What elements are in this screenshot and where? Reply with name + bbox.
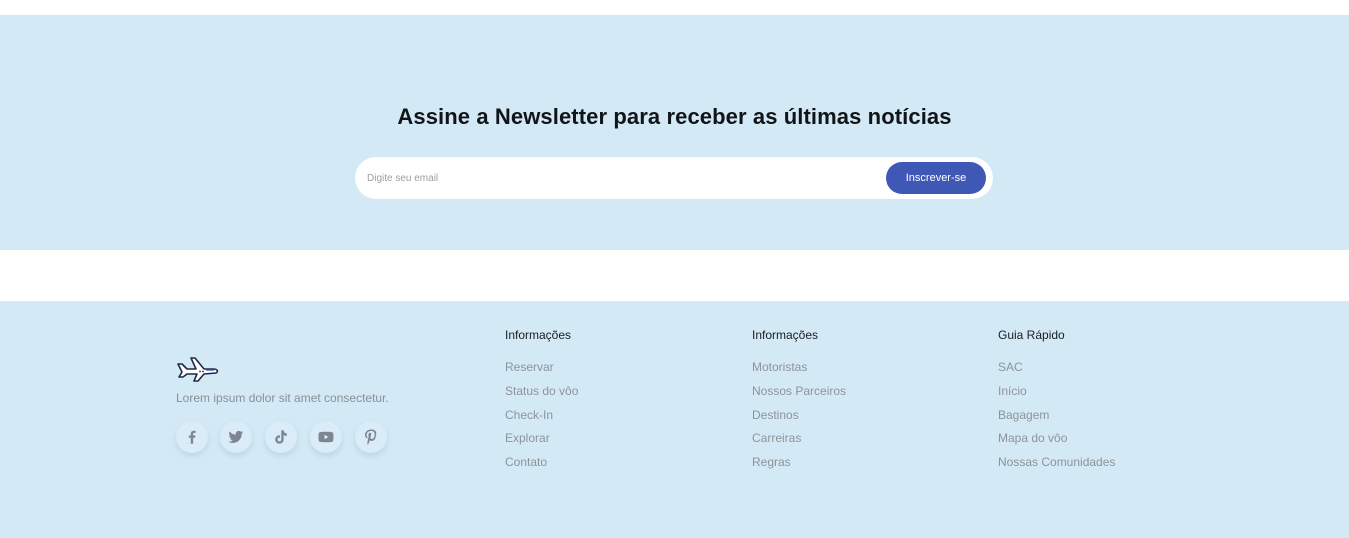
email-input[interactable] [367, 165, 867, 191]
footer-link-parceiros[interactable]: Nossos Parceiros [752, 383, 846, 407]
brand-description: Lorem ipsum dolor sit amet consectetur. [176, 391, 389, 405]
footer-link-carreiras[interactable]: Carreiras [752, 430, 846, 454]
footer-link-sac[interactable]: SAC [998, 359, 1115, 383]
twitter-icon [228, 430, 244, 443]
footer-link-regras[interactable]: Regras [752, 454, 846, 478]
facebook-icon [188, 430, 196, 444]
column-title: Informações [505, 328, 572, 342]
tiktok-link[interactable] [265, 421, 297, 453]
footer-link-reservar[interactable]: Reservar [505, 359, 578, 383]
airplane-logo-icon [177, 357, 219, 382]
youtube-link[interactable] [310, 421, 342, 453]
link-list: SAC Início Bagagem Mapa do vôo Nossas Co… [998, 359, 1115, 478]
newsletter-title: Assine a Newsletter para receber as últi… [397, 104, 952, 129]
column-title: Informações [752, 328, 819, 342]
footer-column-info: Informações Reservar Status do vôo Check… [505, 327, 578, 478]
subscribe-button[interactable]: Inscrever-se [886, 162, 986, 194]
footer-link-inicio[interactable]: Início [998, 383, 1115, 407]
pinterest-link[interactable] [355, 421, 387, 453]
youtube-icon [318, 431, 334, 443]
footer: Lorem ipsum dolor sit amet consectetur. … [0, 301, 1349, 538]
footer-link-mapa-voo[interactable]: Mapa do vôo [998, 430, 1115, 454]
facebook-link[interactable] [176, 421, 208, 453]
pinterest-icon [365, 429, 377, 445]
footer-link-comunidades[interactable]: Nossas Comunidades [998, 454, 1115, 478]
newsletter-section: Assine a Newsletter para receber as últi… [0, 15, 1349, 250]
footer-link-check-in[interactable]: Check-In [505, 407, 578, 431]
link-list: Reservar Status do vôo Check-In Explorar… [505, 359, 578, 478]
footer-link-contato[interactable]: Contato [505, 454, 578, 478]
twitter-link[interactable] [220, 421, 252, 453]
footer-link-status-voo[interactable]: Status do vôo [505, 383, 578, 407]
link-list: Motoristas Nossos Parceiros Destinos Car… [752, 359, 846, 478]
newsletter-form: Inscrever-se [355, 157, 993, 199]
footer-link-motoristas[interactable]: Motoristas [752, 359, 846, 383]
tiktok-icon [275, 430, 287, 444]
column-title: Guia Rápido [998, 328, 1065, 342]
footer-link-bagagem[interactable]: Bagagem [998, 407, 1115, 431]
footer-column-quick-guide: Guia Rápido SAC Início Bagagem Mapa do v… [998, 327, 1115, 478]
footer-link-explorar[interactable]: Explorar [505, 430, 578, 454]
footer-link-destinos[interactable]: Destinos [752, 407, 846, 431]
footer-column-info-2: Informações Motoristas Nossos Parceiros … [752, 327, 846, 478]
